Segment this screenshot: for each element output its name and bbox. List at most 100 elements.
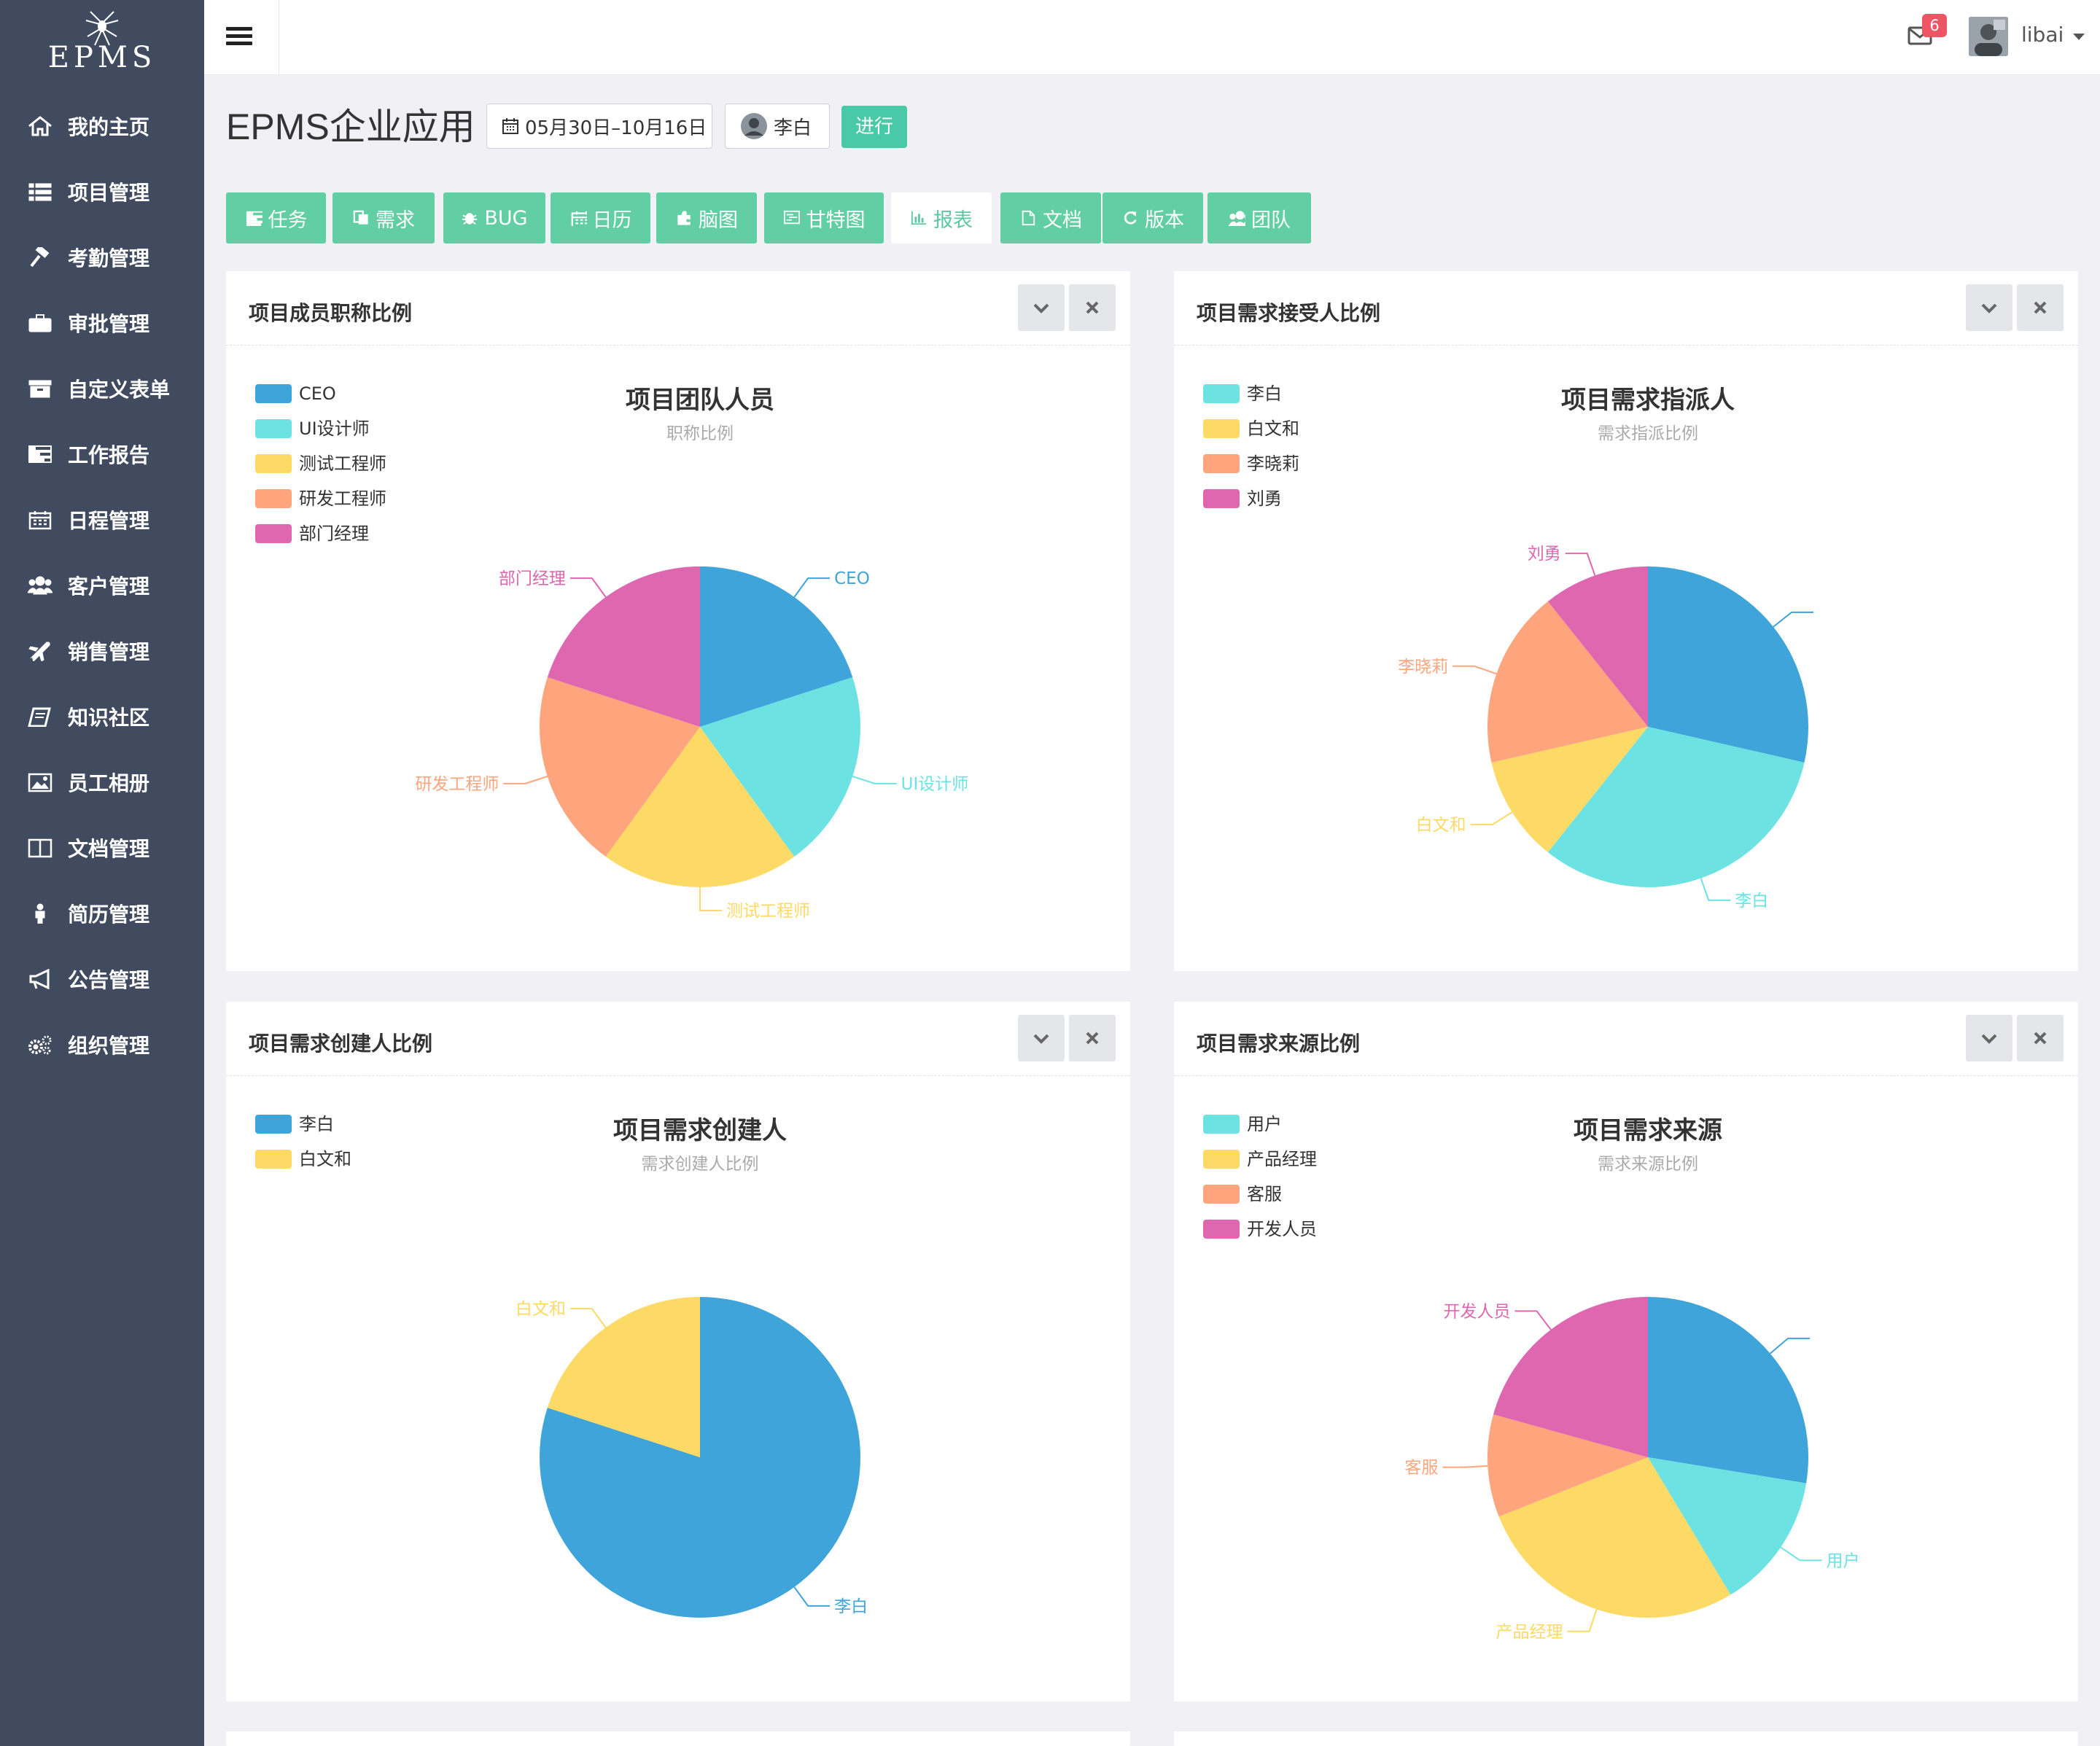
- legend-label[interactable]: 白文和: [1247, 418, 1299, 439]
- leader-line: [1452, 665, 1497, 675]
- legend-swatch[interactable]: [1203, 489, 1240, 508]
- sidebar-item-9[interactable]: 知识社区: [0, 691, 204, 742]
- panel-header: 项目需求接受人比例: [1174, 271, 2078, 346]
- sidebar-item-10[interactable]: 员工相册: [0, 757, 204, 808]
- tab-4[interactable]: 脑图: [656, 192, 757, 243]
- panel-header: 项目需求来源比例: [1174, 1002, 2078, 1076]
- legend-label[interactable]: 用户: [1247, 1114, 1282, 1134]
- close-icon: [2034, 1032, 2047, 1045]
- legend-label[interactable]: 研发工程师: [299, 488, 386, 509]
- chart-title: 项目需求创建人: [613, 1116, 787, 1145]
- legend-swatch[interactable]: [1203, 419, 1240, 438]
- sidebar-item-6[interactable]: 日程管理: [0, 494, 204, 545]
- chart-title: 项目需求指派人: [1561, 386, 1735, 415]
- username[interactable]: libai: [2021, 23, 2064, 47]
- tab-3[interactable]: 日历: [551, 192, 650, 243]
- home-icon: [28, 116, 52, 136]
- legend-swatch[interactable]: [255, 1115, 292, 1134]
- slice-label: CEO: [834, 569, 870, 588]
- legend-label[interactable]: 李白: [1247, 383, 1282, 404]
- refresh-icon: [1124, 211, 1137, 225]
- date-range-pill[interactable]: 05月30日–10月16日: [486, 104, 712, 149]
- file-icon: [1022, 210, 1035, 226]
- sidebar-item-0[interactable]: 我的主页: [0, 101, 204, 152]
- collapse-button[interactable]: [1966, 284, 2012, 331]
- chart-title: 项目团队人员: [626, 386, 774, 415]
- legend-label[interactable]: 李白: [299, 1114, 334, 1134]
- close-button[interactable]: [1069, 1015, 1116, 1061]
- tab-0[interactable]: 任务: [226, 192, 326, 243]
- chevron-down-icon: [1033, 303, 1049, 313]
- tab-1[interactable]: 需求: [332, 192, 435, 243]
- leader-line: [1442, 1465, 1488, 1468]
- tab-7[interactable]: 文档: [1000, 192, 1101, 243]
- sidebar-item-2[interactable]: 考勤管理: [0, 232, 204, 283]
- legend-swatch[interactable]: [1203, 1185, 1240, 1204]
- legend-swatch[interactable]: [1203, 1220, 1240, 1239]
- tab-8[interactable]: 版本: [1102, 192, 1203, 243]
- sidebar-item-label: 知识社区: [68, 706, 150, 730]
- user-avatar[interactable]: [1969, 17, 2008, 56]
- legend-swatch[interactable]: [1203, 1150, 1240, 1169]
- collapse-button[interactable]: [1018, 1015, 1065, 1061]
- leader-line: [1565, 553, 1596, 576]
- leader-line: [1567, 1609, 1598, 1632]
- legend-label[interactable]: 客服: [1247, 1184, 1282, 1204]
- collapse-button[interactable]: [1018, 284, 1065, 331]
- close-button[interactable]: [2017, 284, 2064, 331]
- sidebar-item-4[interactable]: 自定义表单: [0, 363, 204, 414]
- pie-chart: 项目需求指派人需求指派比例李白白文和李晓莉刘勇李白白文和李晓莉刘勇: [1203, 383, 1814, 911]
- slice-label: UI设计师: [901, 775, 969, 794]
- caret-down-icon[interactable]: [2073, 34, 2085, 40]
- leader-line: [1700, 878, 1731, 901]
- legend-swatch[interactable]: [255, 489, 292, 508]
- legend-swatch[interactable]: [255, 454, 292, 473]
- legend-swatch[interactable]: [1203, 454, 1240, 473]
- sidebar-item-14[interactable]: 组织管理: [0, 1019, 204, 1070]
- legend-label[interactable]: 李晓莉: [1247, 453, 1299, 474]
- legend-label[interactable]: CEO: [299, 383, 336, 404]
- legend-label[interactable]: 开发人员: [1247, 1219, 1317, 1239]
- legend-swatch[interactable]: [1203, 1115, 1240, 1134]
- legend-swatch[interactable]: [255, 524, 292, 543]
- status-button[interactable]: 进行: [841, 106, 907, 148]
- legend-label[interactable]: 部门经理: [299, 523, 369, 544]
- picture-icon: [28, 773, 52, 792]
- panel-title: 项目需求创建人比例: [249, 1032, 433, 1056]
- legend-label[interactable]: UI设计师: [299, 418, 370, 439]
- legend-swatch[interactable]: [255, 384, 292, 403]
- sidebar-item-label: 组织管理: [68, 1034, 150, 1058]
- tab-2[interactable]: BUG: [443, 192, 545, 243]
- sidebar-item-1[interactable]: 项目管理: [0, 166, 204, 217]
- chevron-down-icon: [1981, 1034, 1997, 1044]
- chart-subtitle: 需求指派比例: [1598, 424, 1698, 443]
- sidebar-item-7[interactable]: 客户管理: [0, 560, 204, 611]
- tab-label: 日历: [592, 208, 632, 232]
- sidebar-item-13[interactable]: 公告管理: [0, 954, 204, 1005]
- legend-swatch[interactable]: [255, 419, 292, 438]
- legend-label[interactable]: 产品经理: [1247, 1149, 1317, 1169]
- tab-5[interactable]: 甘特图: [764, 192, 884, 243]
- sidebar-item-5[interactable]: 工作报告: [0, 429, 204, 480]
- sidebar-item-11[interactable]: 文档管理: [0, 822, 204, 873]
- collapse-button[interactable]: [1966, 1015, 2012, 1061]
- slice-label: 李白: [834, 1597, 868, 1616]
- legend-swatch[interactable]: [255, 1150, 292, 1169]
- legend-label[interactable]: 白文和: [299, 1149, 351, 1169]
- mail-count-badge: 6: [1922, 14, 1947, 37]
- tab-9[interactable]: 团队: [1208, 192, 1311, 243]
- close-button[interactable]: [1069, 284, 1116, 331]
- sidebar-item-12[interactable]: 简历管理: [0, 888, 204, 939]
- pie-slice[interactable]: [1648, 1297, 1808, 1484]
- close-button[interactable]: [2017, 1015, 2064, 1061]
- legend-swatch[interactable]: [1203, 384, 1240, 403]
- menu-toggle-button[interactable]: [204, 0, 279, 74]
- legend-label[interactable]: 测试工程师: [299, 453, 386, 474]
- sidebar-item-3[interactable]: 审批管理: [0, 297, 204, 348]
- tab-6[interactable]: 报表: [891, 192, 992, 243]
- legend-label[interactable]: 刘勇: [1247, 488, 1282, 509]
- owner-pill[interactable]: 李白: [725, 104, 830, 149]
- sidebar-item-8[interactable]: 销售管理: [0, 625, 204, 677]
- logo[interactable]: EPMS: [0, 0, 204, 84]
- columns-icon: [28, 838, 52, 858]
